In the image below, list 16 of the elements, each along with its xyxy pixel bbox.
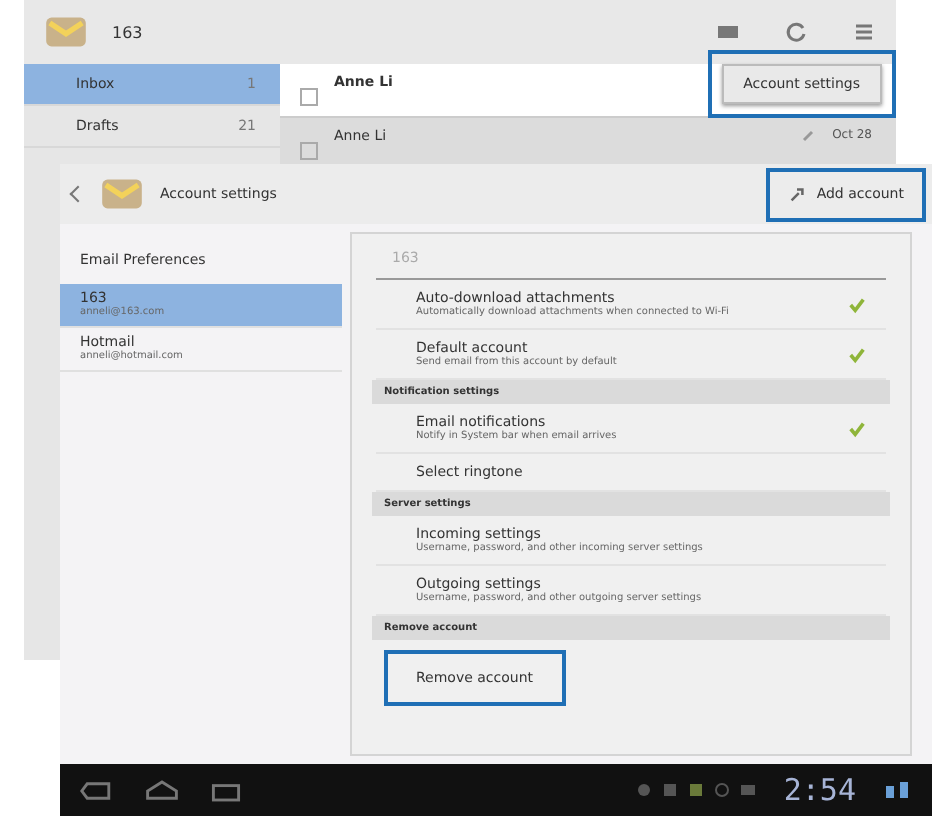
clock: 2:54	[783, 772, 856, 808]
checkbox-icon[interactable]	[848, 345, 866, 363]
mail-icon	[44, 14, 88, 50]
wrench-icon	[788, 185, 807, 203]
info-icon	[713, 782, 730, 798]
checkbox-icon[interactable]	[848, 419, 866, 437]
menu-icon[interactable]	[852, 20, 876, 44]
home-icon[interactable]	[144, 779, 180, 801]
account-selector[interactable]: 163	[112, 23, 252, 41]
checkbox-icon[interactable]	[848, 295, 866, 313]
back-icon[interactable]	[80, 779, 116, 801]
mail-icon	[100, 176, 144, 212]
recent-apps-icon[interactable]	[208, 779, 244, 801]
refresh-icon[interactable]	[784, 20, 808, 44]
signal-battery-icon	[884, 780, 912, 800]
dot-icon	[635, 782, 652, 798]
